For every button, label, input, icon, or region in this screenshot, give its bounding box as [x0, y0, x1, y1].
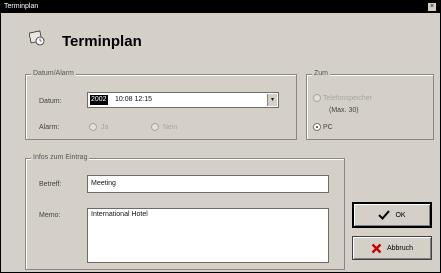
subject-label: Betreff: [39, 181, 62, 188]
cancel-x-icon [371, 243, 382, 253]
date-label: Datum: [39, 98, 62, 105]
target-legend: Zum [312, 70, 330, 78]
close-button[interactable]: × [428, 3, 436, 11]
target-phone-label: Telefonspeicher [323, 95, 373, 102]
checkmark-icon [378, 210, 391, 220]
date-dropdown-chevron-icon[interactable]: ▾ [267, 94, 277, 106]
target-phone-radio[interactable] [313, 94, 321, 102]
cancel-button-label: Abbruch [386, 244, 414, 252]
date-alarm-legend: Datum/Alarm [31, 70, 76, 78]
cancel-button[interactable]: Abbruch [352, 236, 432, 260]
entry-info-legend: Infos zum Eintrag [31, 154, 90, 162]
alarm-yes-radio[interactable] [89, 123, 97, 131]
title-bar: Terminplan × [1, 1, 440, 13]
date-picker[interactable]: 2002 10:08 12:15 ▾ [87, 92, 279, 108]
target-phone-sublabel: (Max. 30) [329, 107, 359, 114]
target-pc-label: PC [323, 124, 333, 131]
memo-label: Memo: [39, 212, 61, 219]
ok-button-label: OK [395, 211, 406, 219]
alarm-yes-label: Ja [101, 124, 109, 131]
terminplan-dialog: Terminplan × Terminplan Datum/Alarm Datu… [0, 0, 441, 273]
calendar-clock-icon [29, 30, 45, 46]
date-year-selected: 2002 [90, 95, 108, 105]
dialog-heading: Terminplan [62, 33, 142, 50]
memo-textarea[interactable]: International Hotel [87, 208, 329, 263]
alarm-no-radio[interactable] [151, 123, 159, 131]
subject-input[interactable]: Meeting [87, 175, 329, 193]
window-title: Terminplan [4, 3, 39, 10]
alarm-no-label: Nein [163, 124, 178, 131]
alarm-label: Alarm: [39, 124, 60, 131]
target-pc-radio[interactable] [313, 123, 321, 131]
date-value: 10:08 12:15 [115, 96, 152, 103]
ok-button[interactable]: OK [352, 202, 432, 228]
